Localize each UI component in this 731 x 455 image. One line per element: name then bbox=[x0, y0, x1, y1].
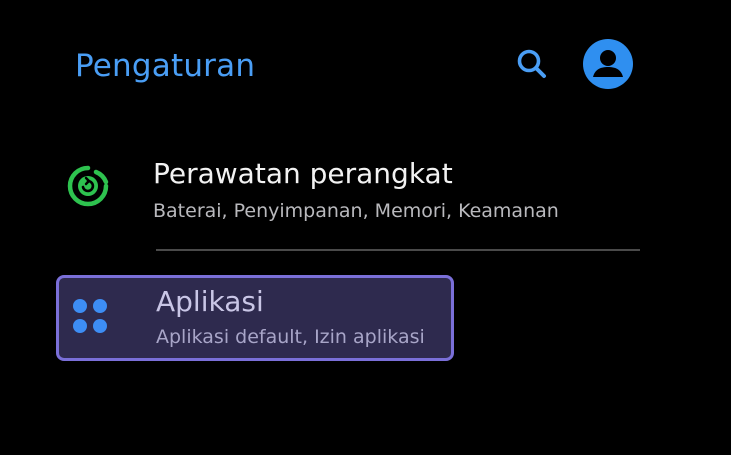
apps-grid-icon bbox=[70, 296, 110, 336]
item-title: Perawatan perangkat bbox=[153, 157, 453, 190]
profile-button[interactable] bbox=[583, 39, 633, 89]
search-icon bbox=[517, 49, 546, 78]
item-title: Aplikasi bbox=[156, 285, 264, 318]
divider bbox=[156, 249, 640, 251]
list-item-device-care[interactable]: Perawatan perangkat Baterai, Penyimpanan… bbox=[56, 150, 616, 230]
search-button[interactable] bbox=[510, 44, 554, 84]
item-subtitle: Baterai, Penyimpanan, Memori, Keamanan bbox=[153, 200, 559, 222]
device-care-icon bbox=[66, 164, 110, 208]
list-item-apps[interactable]: Aplikasi Aplikasi default, Izin aplikasi bbox=[56, 275, 454, 361]
account-circle-icon bbox=[593, 50, 623, 77]
item-subtitle: Aplikasi default, Izin aplikasi bbox=[156, 326, 425, 348]
page-title: Pengaturan bbox=[75, 48, 256, 84]
settings-screen: Pengaturan Perawatan perangkat Baterai, … bbox=[0, 0, 731, 455]
